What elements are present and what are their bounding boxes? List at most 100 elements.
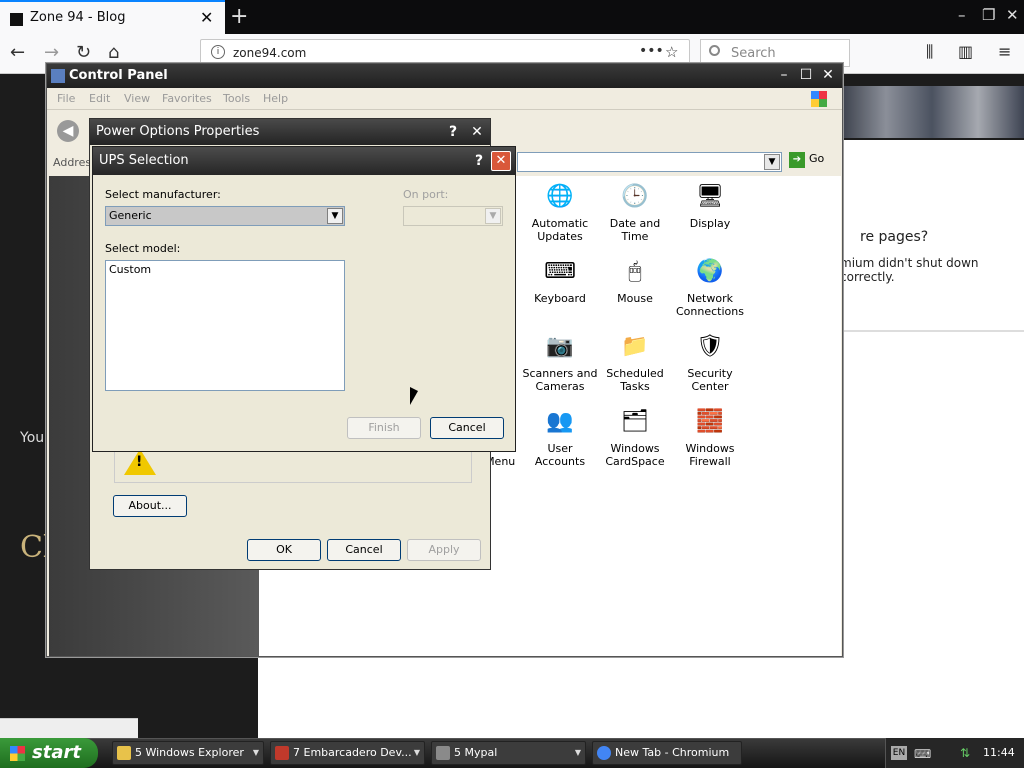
control-panel-item-label: User Accounts [534, 442, 586, 468]
control-panel-item[interactable]: 📷 Scanners and Cameras [521, 331, 599, 393]
model-label: Select model: [105, 242, 181, 255]
taskbar-item-explorer[interactable]: 5 Windows Explorer ▼ [112, 741, 264, 765]
control-panel-item[interactable]: ⌨ Keyboard [521, 256, 599, 305]
chevron-down-icon: ▼ [574, 748, 581, 757]
tab-title: Zone 94 - Blog [30, 10, 126, 25]
list-item[interactable]: Custom [106, 261, 344, 278]
power-options-titlebar[interactable]: Power Options Properties ? ✕ [90, 119, 490, 145]
control-panel-item[interactable]: 🖱 Mouse [596, 256, 674, 305]
go-button[interactable]: ➔ Go [789, 152, 824, 168]
taskbar-item-mypal[interactable]: 5 Mypal ▼ [431, 741, 586, 765]
control-panel-item-label: Windows CardSpace [605, 442, 665, 468]
windows-flag-icon [10, 746, 25, 761]
back-button[interactable]: ◀ [57, 120, 79, 142]
apply-button[interactable]: Apply [407, 539, 481, 561]
start-button[interactable]: start [0, 738, 98, 768]
keyboard-icon[interactable]: ⌨ [914, 747, 931, 761]
folder-icon [117, 746, 131, 760]
bookmark-star-icon[interactable]: ☆ [665, 43, 678, 61]
library-icon[interactable]: ⫼ [926, 42, 933, 62]
home-icon[interactable]: ⌂ [108, 42, 119, 63]
menu-view[interactable]: View [124, 92, 150, 105]
menu-favorites[interactable]: Favorites [162, 92, 212, 105]
search-placeholder: Search [731, 46, 776, 61]
go-arrow-icon: ➔ [789, 152, 805, 168]
control-panel-item[interactable]: 🌐 Automatic Updates [521, 181, 599, 243]
taskbar-item-embarcadero[interactable]: 7 Embarcadero Dev... ▼ [270, 741, 425, 765]
minimize-button[interactable]: – [775, 66, 793, 84]
cancel-button[interactable]: Cancel [430, 417, 504, 439]
control-panel-item[interactable]: 🌍 Network Connections [671, 256, 749, 318]
control-panel-item-icon: 🌍 [696, 259, 724, 284]
forward-arrow-icon[interactable]: → [44, 42, 59, 63]
ups-selection-titlebar[interactable]: UPS Selection [93, 147, 515, 175]
address-field[interactable]: ▼ [517, 152, 782, 172]
address-dropdown-icon[interactable]: ▼ [764, 154, 780, 170]
control-panel-item[interactable]: 🛡 Security Center [671, 331, 749, 393]
mypal-icon [436, 746, 450, 760]
control-panel-item-label: Automatic Updates [531, 217, 589, 243]
control-panel-item-label: Windows Firewall [685, 442, 735, 468]
back-arrow-icon[interactable]: ← [10, 42, 25, 63]
reload-icon[interactable]: ↻ [76, 42, 91, 63]
close-button[interactable]: ✕ [491, 151, 511, 171]
menu-tools[interactable]: Tools [223, 92, 250, 105]
menu-edit[interactable]: Edit [89, 92, 110, 105]
taskbar-item-label: New Tab - Chromium [615, 746, 730, 759]
control-panel-item[interactable]: 📁 Scheduled Tasks [596, 331, 674, 393]
control-panel-titlebar[interactable]: Control Panel – ☐ ✕ [47, 64, 842, 88]
horizontal-scrollbar[interactable] [0, 718, 138, 738]
mouse-cursor-icon [410, 387, 418, 405]
menu-file[interactable]: File [57, 92, 75, 105]
search-icon [709, 45, 720, 56]
help-button[interactable]: ? [444, 123, 462, 141]
browser-minimize-button[interactable]: – [958, 6, 966, 24]
cancel-button[interactable]: Cancel [327, 539, 401, 561]
model-list[interactable]: Custom [105, 260, 345, 391]
divider [840, 330, 1024, 332]
manufacturer-select[interactable]: Generic ▼ [105, 206, 345, 226]
chevron-down-icon[interactable]: ▼ [327, 208, 343, 224]
finish-button[interactable]: Finish [347, 417, 421, 439]
sidebar-icon[interactable]: ▥ [958, 42, 973, 61]
info-icon[interactable]: i [211, 45, 225, 59]
taskbar-item-chromium[interactable]: New Tab - Chromium [592, 741, 742, 765]
port-select[interactable]: ▼ [403, 206, 503, 226]
language-indicator[interactable]: EN [891, 746, 907, 760]
network-icon[interactable]: ⇅ [960, 746, 970, 760]
menu-hamburger-icon[interactable]: ≡ [998, 42, 1011, 61]
browser-restore-button[interactable]: ❐ [982, 6, 995, 24]
control-panel-item-icon: 🕒 [621, 184, 649, 209]
close-button[interactable]: ✕ [819, 66, 837, 84]
ok-button[interactable]: OK [247, 539, 321, 561]
help-button[interactable]: ? [469, 151, 489, 171]
delphi-icon [275, 746, 289, 760]
chevron-down-icon[interactable]: ▼ [485, 208, 501, 224]
control-panel-item-icon: 🗂 [621, 409, 649, 434]
control-panel-item[interactable]: 👥 User Accounts [521, 406, 599, 468]
ups-status-group [114, 449, 472, 483]
control-panel-item[interactable]: 🕒 Date and Time [596, 181, 674, 243]
new-tab-button[interactable]: + [230, 4, 248, 29]
taskbar-item-label: 5 Mypal [454, 746, 498, 759]
site-favicon-icon [10, 13, 23, 26]
control-panel-item[interactable]: 🗂 Windows CardSpace [596, 406, 674, 468]
maximize-button[interactable]: ☐ [797, 66, 815, 84]
port-label: On port: [403, 188, 449, 201]
start-label: start [32, 742, 81, 763]
browser-close-button[interactable]: ✕ [1006, 6, 1019, 24]
about-button[interactable]: About... [113, 495, 187, 517]
windows-logo-icon [811, 91, 827, 107]
control-panel-item-label: Keyboard [534, 292, 586, 305]
manufacturer-label: Select manufacturer: [105, 188, 221, 201]
taskbar-item-label: 7 Embarcadero Dev... [293, 746, 412, 759]
sidebar-text: You [20, 430, 45, 446]
control-panel-icon [51, 69, 65, 83]
tab-close-icon[interactable]: ✕ [200, 8, 213, 27]
control-panel-item[interactable]: 🧱 Windows Firewall [671, 406, 749, 468]
tab-zone94-blog[interactable]: Zone 94 - Blog ✕ [0, 0, 225, 34]
control-panel-item[interactable]: 🖥 Display [671, 181, 749, 230]
page-actions-icon[interactable]: ••• [639, 43, 664, 59]
menu-help[interactable]: Help [263, 92, 288, 105]
close-button[interactable]: ✕ [468, 123, 486, 141]
